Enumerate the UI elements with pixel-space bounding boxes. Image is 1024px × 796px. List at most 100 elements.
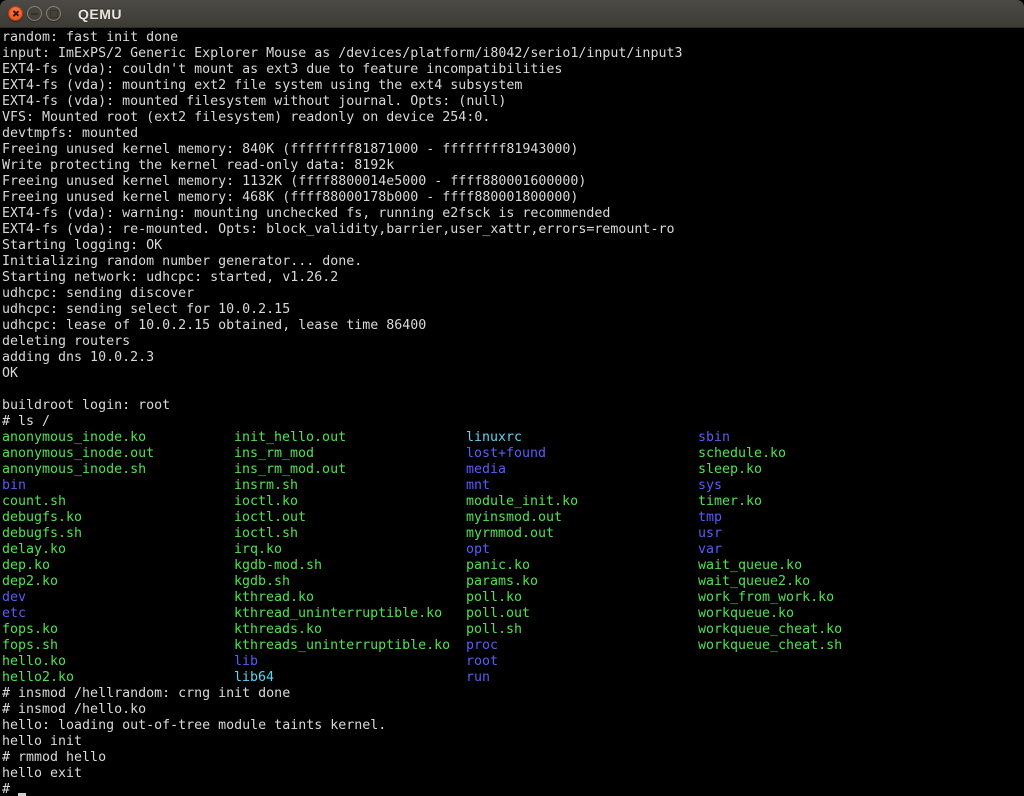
console-line: udhcpc: sending discover xyxy=(2,286,1024,302)
console-text: Starting logging: OK xyxy=(2,238,162,253)
console-line: Freeing unused kernel memory: 840K (ffff… xyxy=(2,142,1024,158)
console-line: VFS: Mounted root (ext2 filesystem) read… xyxy=(2,110,1024,126)
file-name: sbin xyxy=(698,430,930,446)
console-line: EXT4-fs (vda): warning: mounting uncheck… xyxy=(2,206,1024,222)
file-name: params.ko xyxy=(466,574,698,590)
console-line: devtmpfs: mounted xyxy=(2,126,1024,142)
console-output[interactable]: random: fast init doneinput: ImExPS/2 Ge… xyxy=(0,28,1024,796)
file-name: ins_rm_mod xyxy=(234,446,466,462)
file-name: insrm.sh xyxy=(234,478,466,494)
console-line: udhcpc: lease of 10.0.2.15 obtained, lea… xyxy=(2,318,1024,334)
console-line: buildroot login: root xyxy=(2,398,1024,414)
console-line: EXT4-fs (vda): couldn't mount as ext3 du… xyxy=(2,62,1024,78)
file-name: ins_rm_mod.out xyxy=(234,462,466,478)
minimize-icon xyxy=(31,13,38,15)
console-text: udhcpc: sending discover xyxy=(2,286,194,301)
console-text: hello: loading out-of-tree module taints… xyxy=(2,718,386,733)
console-line: debugfs.shioctl.shmyrmmod.outusr xyxy=(2,526,1024,542)
file-name: opt xyxy=(466,542,698,558)
file-name: irq.ko xyxy=(234,542,466,558)
file-name: bin xyxy=(2,478,234,494)
minimize-button[interactable] xyxy=(27,6,42,21)
close-button[interactable] xyxy=(8,6,23,21)
console-line: hello2.kolib64run xyxy=(2,670,1024,686)
console-line xyxy=(2,382,1024,398)
console-line: random: fast init done xyxy=(2,30,1024,46)
file-name: etc xyxy=(2,606,234,622)
file-name: anonymous_inode.ko xyxy=(2,430,234,446)
console-text: random: fast init done xyxy=(2,30,178,45)
console-text: buildroot login: root xyxy=(2,398,170,413)
file-name: kthreads_uninterruptible.ko xyxy=(234,638,466,654)
file-name: dep2.ko xyxy=(2,574,234,590)
file-name: sleep.ko xyxy=(698,462,930,478)
window-titlebar[interactable]: QEMU xyxy=(0,0,1024,28)
console-line: Starting logging: OK xyxy=(2,238,1024,254)
file-name: media xyxy=(466,462,698,478)
console-line: hello.kolibroot xyxy=(2,654,1024,670)
console-line: fops.shkthreads_uninterruptible.koprocwo… xyxy=(2,638,1024,654)
console-line: delay.koirq.kooptvar xyxy=(2,542,1024,558)
console-text: EXT4-fs (vda): re-mounted. Opts: block_v… xyxy=(2,222,674,237)
console-line: Write protecting the kernel read-only da… xyxy=(2,158,1024,174)
file-name: dev xyxy=(2,590,234,606)
console-line: # insmod /hellrandom: crng init done xyxy=(2,686,1024,702)
console-line: dep2.kokgdb.shparams.kowait_queue2.ko xyxy=(2,574,1024,590)
file-name: myrmmod.out xyxy=(466,526,698,542)
console-text: udhcpc: sending select for 10.0.2.15 xyxy=(2,302,290,317)
file-name: linuxrc xyxy=(466,430,698,446)
console-text: EXT4-fs (vda): mounted filesystem withou… xyxy=(2,94,506,109)
file-name: mnt xyxy=(466,478,698,494)
console-text: EXT4-fs (vda): couldn't mount as ext3 du… xyxy=(2,62,562,77)
console-text: VFS: Mounted root (ext2 filesystem) read… xyxy=(2,110,490,125)
file-name: delay.ko xyxy=(2,542,234,558)
console-text: deleting routers xyxy=(2,334,130,349)
console-text: udhcpc: lease of 10.0.2.15 obtained, lea… xyxy=(2,318,426,333)
console-text: Freeing unused kernel memory: 1132K (fff… xyxy=(2,174,586,189)
file-name: workqueue_cheat.sh xyxy=(698,638,930,654)
console-line: devkthread.kopoll.kowork_from_work.ko xyxy=(2,590,1024,606)
file-name: timer.ko xyxy=(698,494,930,510)
console-line: EXT4-fs (vda): re-mounted. Opts: block_v… xyxy=(2,222,1024,238)
console-text: OK xyxy=(2,366,18,381)
file-name: work_from_work.ko xyxy=(698,590,930,606)
console-line: input: ImExPS/2 Generic Explorer Mouse a… xyxy=(2,46,1024,62)
console-line: OK xyxy=(2,366,1024,382)
file-name: lost+found xyxy=(466,446,698,462)
file-name: hello.ko xyxy=(2,654,234,670)
console-text: EXT4-fs (vda): warning: mounting uncheck… xyxy=(2,206,610,221)
maximize-button[interactable] xyxy=(46,6,61,21)
file-name: wait_queue.ko xyxy=(698,558,930,574)
console-text: adding dns 10.0.2.3 xyxy=(2,350,154,365)
file-name: poll.out xyxy=(466,606,698,622)
console-text: hello init xyxy=(2,734,82,749)
console-text: Starting network: udhcpc: started, v1.26… xyxy=(2,270,338,285)
console-text: # xyxy=(2,782,18,796)
file-name: tmp xyxy=(698,510,930,526)
console-line: adding dns 10.0.2.3 xyxy=(2,350,1024,366)
file-name: root xyxy=(466,654,698,670)
console-line: Initializing random number generator... … xyxy=(2,254,1024,270)
console-line: Starting network: udhcpc: started, v1.26… xyxy=(2,270,1024,286)
file-name: kthread_uninterruptible.ko xyxy=(234,606,466,622)
console-line: anonymous_inode.shins_rm_mod.outmediasle… xyxy=(2,462,1024,478)
console-text: # rmmod hello xyxy=(2,750,106,765)
console-line: hello: loading out-of-tree module taints… xyxy=(2,718,1024,734)
console-line: anonymous_inode.outins_rm_modlost+founds… xyxy=(2,446,1024,462)
file-name: dep.ko xyxy=(2,558,234,574)
console-line: # xyxy=(2,782,1024,796)
console-line: # rmmod hello xyxy=(2,750,1024,766)
console-text: # ls / xyxy=(2,414,50,429)
file-name: count.sh xyxy=(2,494,234,510)
file-name: workqueue.ko xyxy=(698,606,930,622)
console-line: anonymous_inode.koinit_hello.outlinuxrcs… xyxy=(2,430,1024,446)
console-line: bininsrm.shmntsys xyxy=(2,478,1024,494)
file-name: proc xyxy=(466,638,698,654)
console-text: Freeing unused kernel memory: 468K (ffff… xyxy=(2,190,578,205)
file-name: panic.ko xyxy=(466,558,698,574)
console-line: hello exit xyxy=(2,766,1024,782)
console-line: # insmod /hello.ko xyxy=(2,702,1024,718)
console-line: count.shioctl.komodule_init.kotimer.ko xyxy=(2,494,1024,510)
console-line: udhcpc: sending select for 10.0.2.15 xyxy=(2,302,1024,318)
console-line: Freeing unused kernel memory: 1132K (fff… xyxy=(2,174,1024,190)
